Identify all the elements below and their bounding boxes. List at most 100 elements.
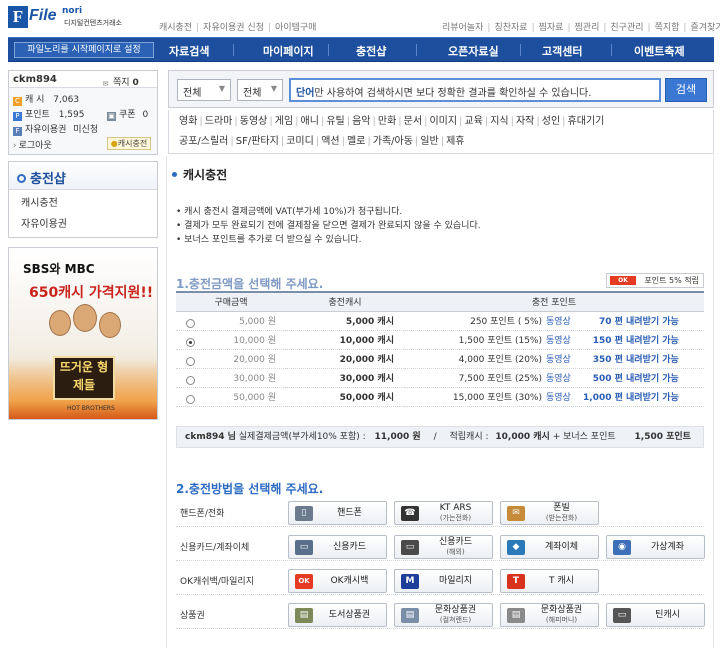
- point-cell: 250 포인트 ( 5%) 동영상 70 편 내려받기 가능: [404, 311, 704, 331]
- category-link[interactable]: 지식: [490, 116, 508, 127]
- nav-item-customer-center[interactable]: 고객센터: [542, 43, 582, 59]
- category-link[interactable]: 애니: [301, 116, 319, 127]
- payment-label-box: T 캐시: [527, 570, 596, 592]
- payment-label-box: 신용카드 (해외): [421, 536, 490, 558]
- nav-item-search[interactable]: 자료검색: [169, 43, 209, 59]
- category-link[interactable]: 성인: [542, 116, 560, 127]
- payment-label: 틴캐시: [655, 610, 680, 620]
- category-link[interactable]: 문서: [404, 116, 422, 127]
- payment-button[interactable]: M 마일리지: [394, 569, 493, 593]
- category-link[interactable]: 제휴: [446, 136, 464, 147]
- top-link[interactable]: 캐시충전: [157, 23, 194, 33]
- payment-label-box: 폰빌 (받는전화): [527, 502, 596, 524]
- amount-radio[interactable]: [186, 394, 195, 404]
- payment-button[interactable]: ◉ 가상계좌: [606, 535, 705, 559]
- memo[interactable]: ✉ 쪽지 0: [101, 75, 139, 89]
- category-link[interactable]: 동영상: [240, 116, 268, 127]
- search-input[interactable]: 단어만 사용하여 검색하시면 보다 정확한 결과를 확인하실 수 있습니다.: [289, 78, 661, 102]
- payment-button[interactable]: ◆ 계좌이체: [500, 535, 599, 559]
- chevron-down-icon: ▼: [218, 84, 225, 93]
- category-link[interactable]: 만화: [378, 116, 396, 127]
- category-link[interactable]: 공포/스릴러: [179, 136, 228, 147]
- bonus-value: 150 편 내려받기 가능: [592, 336, 679, 346]
- category-link[interactable]: 일반: [420, 136, 438, 147]
- sidebar-item-cash-charge[interactable]: 캐시충전: [9, 190, 157, 211]
- category-link[interactable]: 휴대기기: [568, 116, 605, 127]
- top-link[interactable]: 찜자료: [537, 23, 566, 33]
- col-cash: 충전캐시: [286, 291, 404, 312]
- search-scope-select-2[interactable]: 전체 ▼: [237, 79, 283, 101]
- table-row[interactable]: 50,000 원 50,000 캐시 15,000 포인트 (30%) 동영상 1,00…: [176, 387, 704, 407]
- payment-button[interactable]: T T 캐시: [500, 569, 599, 593]
- divider: |: [459, 116, 463, 127]
- category-link[interactable]: 영화: [179, 116, 197, 127]
- payment-button[interactable]: ▭ 틴캐시: [606, 603, 705, 627]
- set-start-page-button[interactable]: 파일노리를 시작페이지로 설정: [14, 42, 154, 58]
- promo-banner[interactable]: SBS와 MBC 650캐시 가격지원!! 뜨거운 형제들 HOT BROTHE…: [8, 247, 158, 420]
- table-row[interactable]: 5,000 원 5,000 캐시 250 포인트 ( 5%) 동영상 70 편 내려받기…: [176, 311, 704, 331]
- payment-label: 가상계좌: [650, 542, 685, 552]
- table-row[interactable]: 20,000 원 20,000 캐시 4,000 포인트 (20%) 동영상 350 편…: [176, 349, 704, 369]
- top-link[interactable]: 리뷰어놀자: [440, 23, 485, 33]
- coin-icon: ●: [110, 139, 118, 148]
- amount-radio[interactable]: [186, 375, 195, 385]
- top-link[interactable]: 아이템구매: [273, 23, 318, 33]
- payment-button[interactable]: ☎ KT ARS (가는전화): [394, 501, 493, 525]
- payment-label: 마일리지: [438, 576, 473, 586]
- logout-link[interactable]: › 로그아웃: [13, 138, 52, 151]
- category-link[interactable]: 이미지: [429, 116, 457, 127]
- category-link[interactable]: 가족/아동: [373, 136, 413, 147]
- payment-button[interactable]: ▤ 도서상품권: [288, 603, 387, 627]
- table-row[interactable]: 10,000 원 10,000 캐시 1,500 포인트 (15%) 동영상 150 편…: [176, 330, 704, 350]
- category-link[interactable]: 드라마: [205, 116, 233, 127]
- search-scope-select-1[interactable]: 전체 ▼: [177, 79, 231, 101]
- payment-label-box: 도서상품권: [315, 604, 384, 626]
- payment-button[interactable]: OK OK캐시백: [288, 569, 387, 593]
- category-link[interactable]: 게임: [275, 116, 293, 127]
- top-link[interactable]: 자유이용권 신청: [201, 23, 266, 33]
- payment-button[interactable]: ▭ 신용카드 (해외): [394, 535, 493, 559]
- point-label: 포인트: [25, 110, 50, 120]
- category-link[interactable]: 멜로: [347, 136, 365, 147]
- summary-bonus-point: 1,500 포인트: [634, 432, 691, 442]
- top-link[interactable]: 찜관리: [573, 23, 602, 33]
- search-button[interactable]: 검색: [665, 78, 707, 102]
- top-link[interactable]: 즐겨찾기 추가: [688, 23, 720, 33]
- nav-item-open-library[interactable]: 오픈자료실: [448, 43, 499, 59]
- amount-radio[interactable]: [186, 337, 195, 347]
- amount-radio[interactable]: [186, 356, 195, 366]
- sidebar-item-free-pass[interactable]: 자유이용권: [9, 211, 157, 232]
- top-link[interactable]: 쪽지함: [653, 23, 682, 33]
- banner-face: [49, 310, 71, 336]
- category-link[interactable]: 유틸: [326, 116, 344, 127]
- table-row[interactable]: 30,000 원 30,000 캐시 7,500 포인트 (25%) 동영상 500 편…: [176, 368, 704, 388]
- logo[interactable]: F File nori 디지털컨텐츠거래소: [8, 6, 122, 32]
- top-link[interactable]: 칭찬자료: [492, 23, 529, 33]
- category-link[interactable]: 음악: [352, 116, 370, 127]
- category-link[interactable]: 액션: [321, 136, 339, 147]
- amount-radio[interactable]: [186, 318, 195, 328]
- payment-button[interactable]: ▤ 문화상품권 (해피머니): [500, 603, 599, 627]
- nav-item-events[interactable]: 이벤트축제: [634, 43, 685, 59]
- category-link[interactable]: SF/판타지: [236, 136, 279, 147]
- category-link[interactable]: 코미디: [286, 136, 314, 147]
- cash-icon: C: [13, 97, 22, 106]
- method-label: 핸드폰/전화: [180, 509, 225, 519]
- bonus-value: 350 편 내려받기 가능: [592, 355, 679, 365]
- payment-button[interactable]: ▯ 핸드폰: [288, 501, 387, 525]
- nav-item-shop[interactable]: 충전샵: [356, 43, 386, 59]
- video-label: 동영상: [546, 393, 571, 403]
- payment-button[interactable]: ▭ 신용카드: [288, 535, 387, 559]
- pass-label: 자유이용권: [25, 125, 67, 135]
- price-value: 20,000 원: [233, 354, 276, 365]
- category-link[interactable]: 교육: [464, 116, 482, 127]
- divider: |: [367, 136, 371, 147]
- divider: |: [280, 136, 285, 147]
- cash-charge-button[interactable]: ●캐시충전: [107, 137, 151, 150]
- top-link[interactable]: 친구관리: [608, 23, 645, 33]
- category-link[interactable]: 자작: [516, 116, 534, 127]
- nav-item-mypage[interactable]: 마이페이지: [263, 43, 314, 59]
- payment-button[interactable]: ▤ 문화상품권 (컬쳐랜드): [394, 603, 493, 627]
- payment-button[interactable]: ✉ 폰빌 (받는전화): [500, 501, 599, 525]
- user-row: ckm894 ✉ 쪽지 0: [9, 71, 157, 88]
